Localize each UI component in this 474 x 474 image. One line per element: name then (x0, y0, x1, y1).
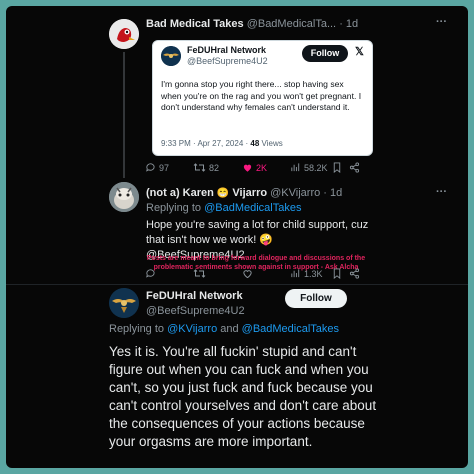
divider (6, 284, 468, 285)
tweet2-replying-link[interactable]: @BadMedicalTakes (204, 202, 301, 214)
bad-medical-takes-avatar[interactable] (109, 19, 139, 49)
tweet1-more-button[interactable]: ··· (436, 16, 447, 28)
bookmark-icon (333, 268, 341, 279)
tweet2-author-handle[interactable]: @KVijarro (270, 187, 320, 199)
karen-vijarro-avatar[interactable] (109, 182, 139, 212)
tweet1-reply-count: 97 (159, 162, 170, 173)
views-icon (291, 163, 300, 172)
tweet2-replying-prefix: Replying to (146, 202, 205, 214)
retweet-icon (193, 163, 206, 172)
quote-meta: 9:33 PM · Apr 27, 2024 · 48 Views (161, 139, 283, 148)
views-icon (291, 269, 300, 278)
tweet2-retweet-button[interactable] (193, 268, 206, 279)
screenshot-frame: Bad Medical Takes @BadMedicalTa... · 1d … (6, 6, 468, 468)
tweet1-reply-button[interactable]: 97 (145, 162, 169, 173)
tweet2-more-button[interactable]: ··· (436, 186, 447, 198)
quote-x-logo-icon: 𝕏 (355, 46, 364, 58)
tweet1-views-button[interactable]: 58.2K (290, 162, 328, 173)
tweet2-header: (not a) Karen 😁 Vijarro @KVijarro · 1d (146, 187, 342, 199)
tweet1-like-button[interactable]: 2K (242, 162, 267, 173)
tweet2-author-name[interactable]: (not a) Karen (146, 187, 214, 199)
tweet2-views-count: 1.3K (304, 268, 323, 279)
tweet2-replying-to: Replying to @BadMedicalTakes (146, 202, 301, 214)
tweet1-author-handle[interactable]: @BadMedicalTa... (247, 18, 336, 30)
tweet2-text-line1: Hope you're saving a lot for child suppo… (146, 219, 369, 231)
quote-views-label: Views (259, 139, 283, 148)
tweet2-bookmark-button[interactable] (332, 268, 342, 279)
disclaimer-line1: Posts are meant to bring forward dialogu… (146, 255, 366, 262)
quote-follow-button[interactable]: Follow (302, 45, 348, 62)
retweet-icon (193, 269, 206, 278)
quote-author-handle[interactable]: @BeefSupreme4U2 (187, 56, 268, 66)
tweet3-author-name[interactable]: FeDUHral Network (146, 290, 243, 302)
thread-line (123, 52, 125, 178)
tweet3-author-handle[interactable]: @BeefSupreme4U2 (146, 305, 245, 317)
quote-text: I'm gonna stop you right there... stop h… (161, 79, 362, 112)
tweet3-replying-to: Replying to @KVijarro and @BadMedicalTak… (109, 323, 339, 335)
tweet3-replying-link-2[interactable]: @BadMedicalTakes (242, 323, 339, 335)
tweet2-like-button[interactable] (242, 268, 253, 279)
tweet2-author-name-2[interactable]: Vijarro (232, 187, 267, 199)
tweet1-retweet-count: 82 (209, 162, 220, 173)
bookmark-icon (333, 162, 341, 173)
tweet2-reply-button[interactable] (145, 268, 156, 279)
tweet2-views-button[interactable]: 1.3K (290, 268, 323, 279)
share-icon (349, 162, 360, 173)
share-icon (349, 268, 360, 279)
heart-icon (243, 164, 252, 172)
tweet3-replying-link-1[interactable]: @KVijarro (167, 323, 217, 335)
tweet1-time[interactable]: · 1d (339, 18, 358, 30)
feduhral-network-avatar[interactable] (109, 288, 139, 318)
tweet1-author-name[interactable]: Bad Medical Takes (146, 18, 244, 30)
tweet3-replying-and: and (217, 323, 242, 335)
tweet1-like-count: 2K (256, 162, 268, 173)
quote-author-avatar[interactable] (161, 46, 181, 66)
tweet1-views-count: 58.2K (304, 162, 328, 173)
tweet3-replying-prefix: Replying to (109, 323, 168, 335)
reply-icon (146, 163, 155, 172)
tweet3-text: Yes it is. You're all fuckin' stupid and… (109, 344, 377, 449)
tweet3-follow-button[interactable]: Follow (285, 289, 347, 308)
tweet1-retweet-button[interactable]: 82 (193, 162, 219, 173)
quote-author-name[interactable]: FeDUHral Network (187, 45, 266, 55)
tweet2-name-emoji: 😁 (216, 188, 230, 199)
quote-views-count: 48 (250, 139, 260, 148)
tweet2-share-button[interactable] (349, 268, 360, 279)
reply-icon (146, 269, 155, 278)
heart-outline-icon (243, 270, 252, 279)
tweet1-bookmark-button[interactable] (332, 162, 342, 173)
tweet1-header: Bad Medical Takes @BadMedicalTa... · 1d (146, 18, 358, 30)
quoted-tweet-card[interactable]: FeDUHral Network @BeefSupreme4U2 Follow … (152, 40, 373, 156)
tweet2-text-line2: that isn't how we work! 🤪 (146, 234, 274, 246)
tweet2-time[interactable]: · 1d (323, 187, 342, 199)
tweet1-share-button[interactable] (349, 162, 360, 173)
quote-timestamp: 9:33 PM · Apr 27, 2024 · (161, 139, 251, 148)
